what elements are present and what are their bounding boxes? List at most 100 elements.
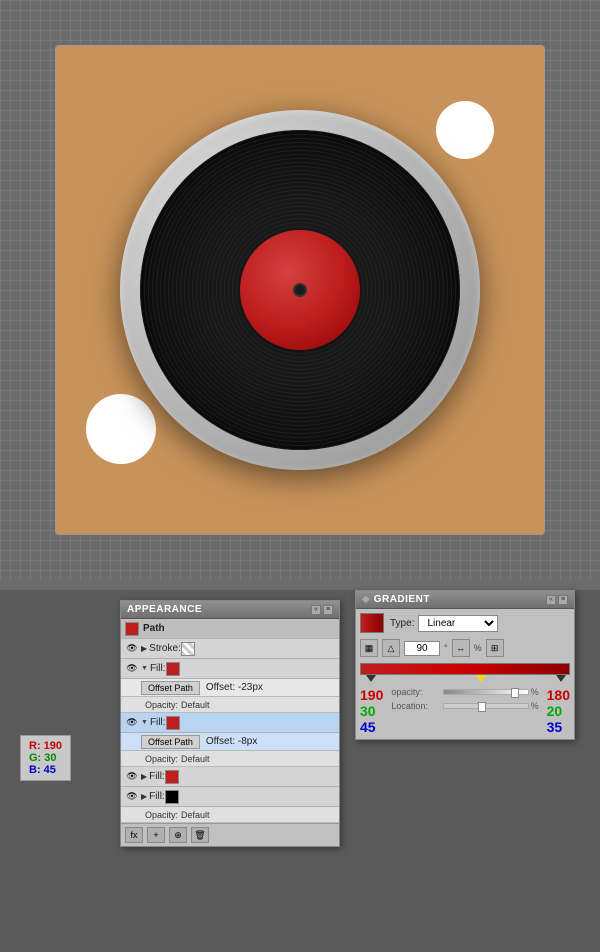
fill2-label: Fill: <box>150 717 166 728</box>
gradient-title: GRADIENT <box>374 594 430 605</box>
stroke-row[interactable]: 👁 ▶ Stroke: <box>121 639 339 659</box>
rgb-display: R: 190 G: 30 B: 45 <box>20 735 71 781</box>
stroke-label: Stroke: <box>149 643 181 654</box>
opacity2-row: Opacity: Default <box>121 751 339 767</box>
fill1-row[interactable]: 👁 ▼ Fill: <box>121 659 339 679</box>
location-slider[interactable] <box>443 703 528 709</box>
gradient-flip-btn[interactable]: ↔ <box>452 639 470 657</box>
gradient-right-g: 20 <box>547 703 570 719</box>
opacity-input-row: opacity: % <box>391 687 538 697</box>
fill1-swatch[interactable] <box>166 662 180 676</box>
fill3-visibility-icon[interactable]: 👁 <box>125 770 139 784</box>
gradient-stop-mid[interactable] <box>476 675 486 682</box>
fill4-expand-icon[interactable]: ▶ <box>141 792 147 801</box>
gradient-titlebar: ◆ GRADIENT « ≡ <box>356 591 574 609</box>
fill3-swatch[interactable] <box>165 770 179 784</box>
panel-collapse-btn[interactable]: « <box>311 605 321 615</box>
panel-menu-btn[interactable]: ≡ <box>323 605 333 615</box>
gradient-right-b: 35 <box>547 719 570 735</box>
angle-input[interactable] <box>404 641 440 656</box>
add-button[interactable]: + <box>147 827 165 843</box>
gradient-left-b: 45 <box>360 719 383 735</box>
appearance-toolbar: fx + ⊕ 🗑 <box>121 823 339 846</box>
fill4-label: Fill: <box>149 791 165 802</box>
opacity1-row: Opacity: Default <box>121 697 339 713</box>
artboard <box>55 45 545 535</box>
opacity-percent: % <box>531 687 539 697</box>
fill3-expand-icon[interactable]: ▶ <box>141 772 147 781</box>
type-label: Type: <box>390 618 414 629</box>
vinyl-outer-ring <box>120 110 480 470</box>
stroke-swatch[interactable] <box>181 642 195 656</box>
gradient-type-row: Type: Linear Radial <box>360 613 570 633</box>
fill4-row[interactable]: 👁 ▶ Fill: <box>121 787 339 807</box>
location-slider-thumb[interactable] <box>478 702 486 712</box>
gradient-menu-btn[interactable]: ≡ <box>558 595 568 605</box>
opacity1-value: Default <box>181 700 210 710</box>
gradient-left-values: 190 30 45 <box>360 687 383 735</box>
fill2-expand-icon[interactable]: ▼ <box>141 719 148 726</box>
vinyl-red-label <box>240 230 360 350</box>
location-input-row: Location: % <box>391 701 538 711</box>
offset-path1-button[interactable]: Offset Path <box>141 681 200 695</box>
appearance-title: APPEARANCE <box>127 604 202 615</box>
duplicate-button[interactable]: ⊕ <box>169 827 187 843</box>
vinyl-disc <box>140 130 460 450</box>
canvas-area <box>0 0 600 580</box>
opacity3-row: Opacity: Default <box>121 807 339 823</box>
bottom-panels-area: R: 190 G: 30 B: 45 APPEARANCE « ≡ Path 👁… <box>0 590 600 952</box>
gradient-tool-btn2[interactable]: △ <box>382 639 400 657</box>
gradient-bar[interactable] <box>360 663 570 675</box>
fill2-visibility-icon[interactable]: 👁 <box>125 716 139 730</box>
gradient-stop-right[interactable] <box>556 675 566 682</box>
opacity2-label: Opacity: <box>145 754 178 764</box>
fill4-swatch[interactable] <box>165 790 179 804</box>
offset1-value: Offset: -23px <box>206 682 263 693</box>
vinyl-container[interactable] <box>120 110 480 470</box>
fill4-visibility-icon[interactable]: 👁 <box>125 790 139 804</box>
gradient-values-area: 190 30 45 opacity: % Location: <box>360 687 570 735</box>
path-header-row: Path <box>121 619 339 639</box>
opacity3-value: Default <box>181 810 210 820</box>
gradient-stop-left[interactable] <box>366 675 376 682</box>
fill1-expand-icon[interactable]: ▼ <box>141 665 148 672</box>
gradient-copy-btn[interactable]: ⊞ <box>486 639 504 657</box>
fill1-label: Fill: <box>150 663 166 674</box>
opacity2-value: Default <box>181 754 210 764</box>
gradient-toolbar: ▦ △ ° ↔ % ⊞ <box>360 639 570 657</box>
rgb-b-value: B: 45 <box>29 764 62 776</box>
gradient-sliders: opacity: % Location: % <box>391 687 538 735</box>
gradient-bar-container <box>360 663 570 679</box>
stroke-expand-icon[interactable]: ▶ <box>141 644 147 653</box>
path-label: Path <box>143 623 165 634</box>
offset2-value: Offset: -8px <box>206 736 258 747</box>
gradient-preview <box>360 613 384 633</box>
gradient-right-r: 180 <box>547 687 570 703</box>
fill1-visibility-icon[interactable]: 👁 <box>125 662 139 676</box>
offset-path2-row[interactable]: Offset Path Offset: -8px <box>121 733 339 751</box>
path-swatch <box>125 622 139 636</box>
location-percent: % <box>531 701 539 711</box>
fill2-swatch[interactable] <box>166 716 180 730</box>
opacity-slider[interactable] <box>443 689 528 695</box>
fill2-row[interactable]: 👁 ▼ Fill: <box>121 713 339 733</box>
opacity-label: opacity: <box>391 687 441 697</box>
type-select[interactable]: Linear Radial <box>418 615 498 632</box>
opacity-slider-thumb[interactable] <box>511 688 519 698</box>
opacity3-label: Opacity: <box>145 810 178 820</box>
appearance-titlebar: APPEARANCE « ≡ <box>121 601 339 619</box>
stroke-visibility-icon[interactable]: 👁 <box>125 642 139 656</box>
gradient-left-r: 190 <box>360 687 383 703</box>
gradient-right-values: 180 20 35 <box>547 687 570 735</box>
angle-degree-symbol: ° <box>444 643 448 653</box>
location-label: Location: <box>391 701 441 711</box>
fx-button[interactable]: fx <box>125 827 143 843</box>
fill3-row[interactable]: 👁 ▶ Fill: <box>121 767 339 787</box>
panel-controls: « ≡ <box>311 605 333 615</box>
fill3-label: Fill: <box>149 771 165 782</box>
gradient-collapse-btn[interactable]: « <box>546 595 556 605</box>
gradient-tool-btn1[interactable]: ▦ <box>360 639 378 657</box>
offset-path2-button[interactable]: Offset Path <box>141 735 200 749</box>
delete-button[interactable]: 🗑 <box>191 827 209 843</box>
offset-path1-row[interactable]: Offset Path Offset: -23px <box>121 679 339 697</box>
